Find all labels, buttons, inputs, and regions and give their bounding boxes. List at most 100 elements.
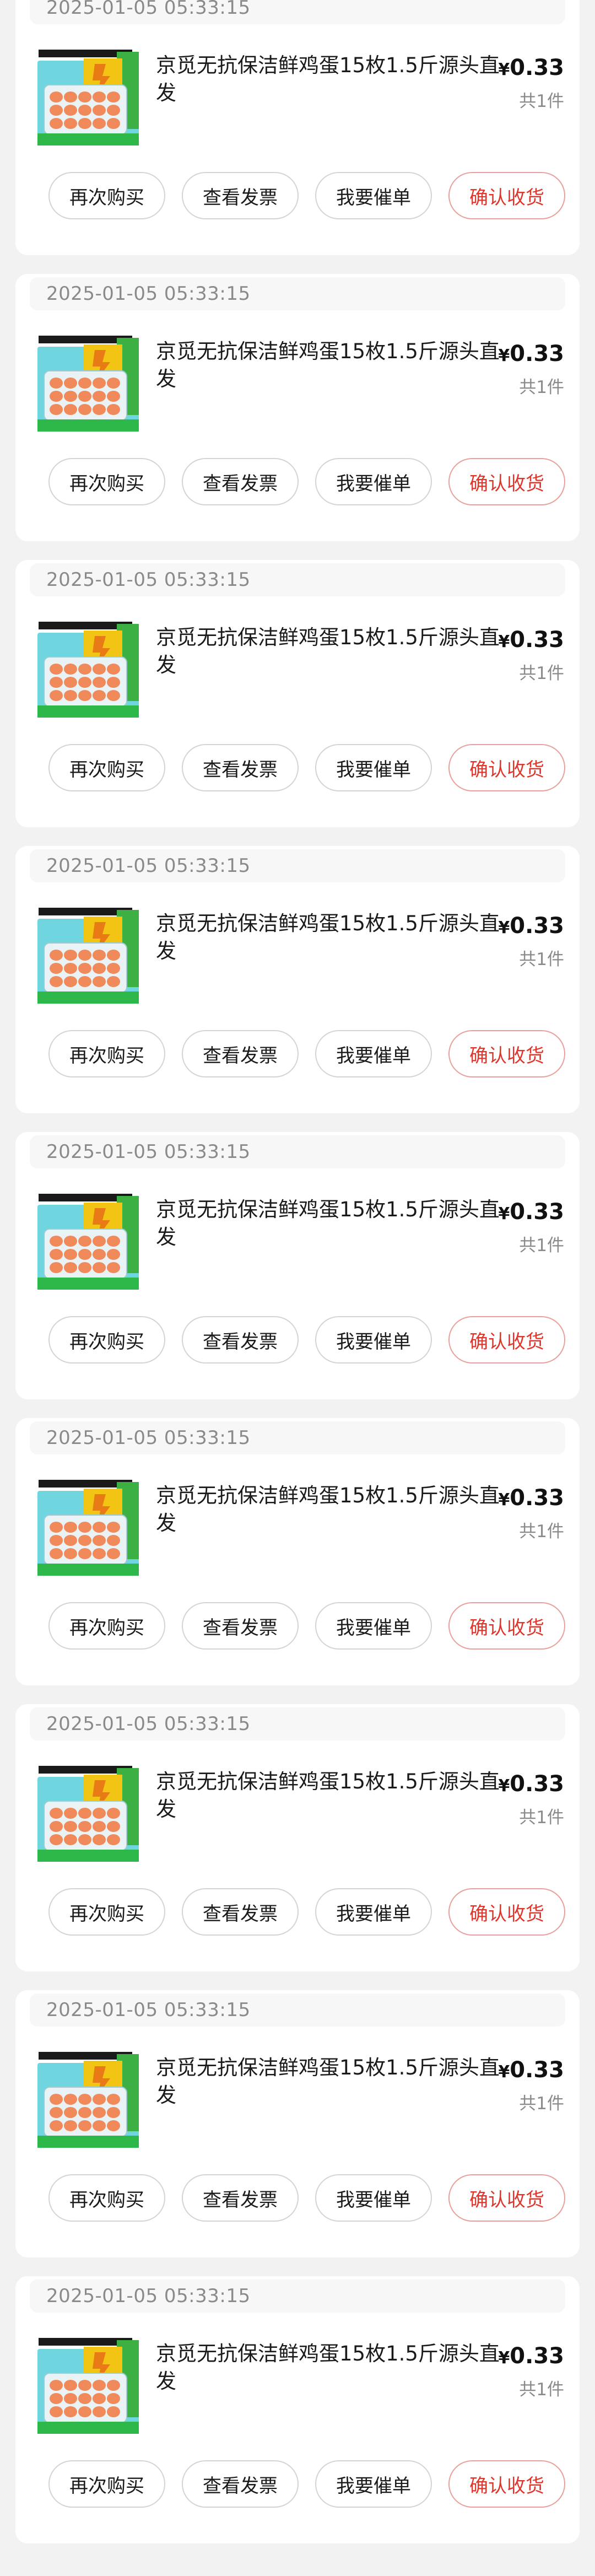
- order-card[interactable]: 2025-01-05 05:33:15 京觅无抗保洁鲜鸡蛋15枚1.5斤源头直发: [15, 1990, 580, 2257]
- item-count: 共1件: [519, 2094, 564, 2114]
- currency-symbol: ¥: [498, 2348, 510, 2368]
- order-card[interactable]: 2025-01-05 05:33:15 京觅无抗保洁鲜鸡蛋15枚1.5斤源头直发: [15, 1132, 580, 1399]
- product-image[interactable]: [34, 1186, 142, 1294]
- urge-order-button[interactable]: 我要催单: [315, 744, 432, 791]
- price-amount: 0.33: [510, 2057, 564, 2083]
- view-invoice-button[interactable]: 查看发票: [182, 1030, 299, 1077]
- egg-carton-icon: [34, 900, 142, 1008]
- order-price: ¥0.33: [498, 2057, 564, 2083]
- price-amount: 0.33: [510, 1485, 564, 1511]
- order-price: ¥0.33: [498, 627, 564, 653]
- confirm-receipt-button[interactable]: 确认收货: [448, 2460, 565, 2508]
- confirm-receipt-button[interactable]: 确认收货: [448, 744, 565, 791]
- view-invoice-button[interactable]: 查看发票: [182, 1888, 299, 1936]
- order-card[interactable]: 2025-01-05 05:33:15 京觅无抗保洁鲜鸡蛋15枚1.5斤源头直发: [15, 0, 580, 255]
- product-image[interactable]: [34, 1758, 142, 1866]
- order-date-text: 2025-01-05 05:33:15: [46, 0, 251, 19]
- order-price: ¥0.33: [498, 55, 564, 80]
- urge-order-button[interactable]: 我要催单: [315, 2174, 432, 2222]
- product-image[interactable]: [34, 1472, 142, 1580]
- item-count: 共1件: [519, 91, 564, 111]
- confirm-receipt-button[interactable]: 确认收货: [448, 1030, 565, 1077]
- product-title[interactable]: 京觅无抗保洁鲜鸡蛋15枚1.5斤源头直发: [156, 910, 503, 965]
- rebuy-button[interactable]: 再次购买: [48, 172, 165, 219]
- rebuy-button[interactable]: 再次购买: [48, 1030, 165, 1077]
- rebuy-button[interactable]: 再次购买: [48, 2174, 165, 2222]
- confirm-receipt-button[interactable]: 确认收货: [448, 1888, 565, 1936]
- urge-order-button[interactable]: 我要催单: [315, 1316, 432, 1364]
- price-amount: 0.33: [510, 1771, 564, 1797]
- urge-order-button[interactable]: 我要催单: [315, 1602, 432, 1650]
- order-card[interactable]: 2025-01-05 05:33:15 京觅无抗保洁鲜鸡蛋15枚1.5斤源头直发: [15, 1418, 580, 1685]
- product-image[interactable]: [34, 900, 142, 1008]
- product-title[interactable]: 京觅无抗保洁鲜鸡蛋15枚1.5斤源头直发: [156, 2340, 503, 2395]
- view-invoice-button[interactable]: 查看发票: [182, 172, 299, 219]
- currency-symbol: ¥: [498, 1776, 510, 1796]
- rebuy-button[interactable]: 再次购买: [48, 1602, 165, 1650]
- order-date-text: 2025-01-05 05:33:15: [46, 1141, 251, 1163]
- urge-order-button[interactable]: 我要催单: [315, 458, 432, 505]
- view-invoice-button[interactable]: 查看发票: [182, 2174, 299, 2222]
- product-title[interactable]: 京觅无抗保洁鲜鸡蛋15枚1.5斤源头直发: [156, 2054, 503, 2109]
- product-image[interactable]: [34, 42, 142, 150]
- currency-symbol: ¥: [498, 918, 510, 937]
- order-card[interactable]: 2025-01-05 05:33:15 京觅无抗保洁鲜鸡蛋15枚1.5斤源头直发: [15, 1704, 580, 1971]
- egg-carton-icon: [34, 328, 142, 436]
- order-price: ¥0.33: [498, 913, 564, 939]
- product-title[interactable]: 京觅无抗保洁鲜鸡蛋15枚1.5斤源头直发: [156, 1482, 503, 1537]
- egg-carton-icon: [34, 614, 142, 722]
- product-image[interactable]: [34, 328, 142, 436]
- product-title[interactable]: 京觅无抗保洁鲜鸡蛋15枚1.5斤源头直发: [156, 52, 503, 107]
- order-date-text: 2025-01-05 05:33:15: [46, 283, 251, 305]
- rebuy-button[interactable]: 再次购买: [48, 1316, 165, 1364]
- rebuy-button[interactable]: 再次购买: [48, 458, 165, 505]
- currency-symbol: ¥: [498, 1490, 510, 1510]
- item-count: 共1件: [519, 378, 564, 397]
- order-date: 2025-01-05 05:33:15: [30, 277, 565, 310]
- order-date-text: 2025-01-05 05:33:15: [46, 855, 251, 877]
- order-card[interactable]: 2025-01-05 05:33:15 京觅无抗保洁鲜鸡蛋15枚1.5斤源头直发: [15, 274, 580, 541]
- product-image[interactable]: [34, 2330, 142, 2438]
- order-card[interactable]: 2025-01-05 05:33:15 京觅无抗保洁鲜鸡蛋15枚1.5斤源头直发: [15, 560, 580, 827]
- view-invoice-button[interactable]: 查看发票: [182, 458, 299, 505]
- view-invoice-button[interactable]: 查看发票: [182, 2460, 299, 2508]
- urge-order-button[interactable]: 我要催单: [315, 2460, 432, 2508]
- view-invoice-button[interactable]: 查看发票: [182, 1316, 299, 1364]
- egg-carton-icon: [34, 2044, 142, 2152]
- rebuy-button[interactable]: 再次购买: [48, 744, 165, 791]
- order-price: ¥0.33: [498, 341, 564, 367]
- order-date-text: 2025-01-05 05:33:15: [46, 1999, 251, 2021]
- product-title[interactable]: 京觅无抗保洁鲜鸡蛋15枚1.5斤源头直发: [156, 338, 503, 393]
- rebuy-button[interactable]: 再次购买: [48, 1888, 165, 1936]
- view-invoice-button[interactable]: 查看发票: [182, 1602, 299, 1650]
- currency-symbol: ¥: [498, 2062, 510, 2082]
- product-title[interactable]: 京觅无抗保洁鲜鸡蛋15枚1.5斤源头直发: [156, 624, 503, 679]
- confirm-receipt-button[interactable]: 确认收货: [448, 2174, 565, 2222]
- confirm-receipt-button[interactable]: 确认收货: [448, 1602, 565, 1650]
- rebuy-button[interactable]: 再次购买: [48, 2460, 165, 2508]
- urge-order-button[interactable]: 我要催单: [315, 1888, 432, 1936]
- egg-carton-icon: [34, 1186, 142, 1294]
- order-date: 2025-01-05 05:33:15: [30, 563, 565, 596]
- product-image[interactable]: [34, 2044, 142, 2152]
- order-date: 2025-01-05 05:33:15: [30, 1993, 565, 2027]
- order-price: ¥0.33: [498, 1485, 564, 1511]
- product-title[interactable]: 京觅无抗保洁鲜鸡蛋15枚1.5斤源头直发: [156, 1196, 503, 1251]
- product-image[interactable]: [34, 614, 142, 722]
- confirm-receipt-button[interactable]: 确认收货: [448, 1316, 565, 1364]
- urge-order-button[interactable]: 我要催单: [315, 1030, 432, 1077]
- urge-order-button[interactable]: 我要催单: [315, 172, 432, 219]
- confirm-receipt-button[interactable]: 确认收货: [448, 172, 565, 219]
- currency-symbol: ¥: [498, 60, 510, 79]
- order-date: 2025-01-05 05:33:15: [30, 1135, 565, 1168]
- confirm-receipt-button[interactable]: 确认收货: [448, 458, 565, 505]
- order-card[interactable]: 2025-01-05 05:33:15 京觅无抗保洁鲜鸡蛋15枚1.5斤源头直发: [15, 846, 580, 1113]
- order-card[interactable]: 2025-01-05 05:33:15 京觅无抗保洁鲜鸡蛋15枚1.5斤源头直发: [15, 2276, 580, 2543]
- view-invoice-button[interactable]: 查看发票: [182, 744, 299, 791]
- price-amount: 0.33: [510, 1199, 564, 1225]
- product-title[interactable]: 京觅无抗保洁鲜鸡蛋15枚1.5斤源头直发: [156, 1768, 503, 1823]
- order-date-text: 2025-01-05 05:33:15: [46, 2285, 251, 2307]
- order-date-text: 2025-01-05 05:33:15: [46, 1713, 251, 1735]
- order-date-text: 2025-01-05 05:33:15: [46, 1427, 251, 1449]
- order-date: 2025-01-05 05:33:15: [30, 849, 565, 882]
